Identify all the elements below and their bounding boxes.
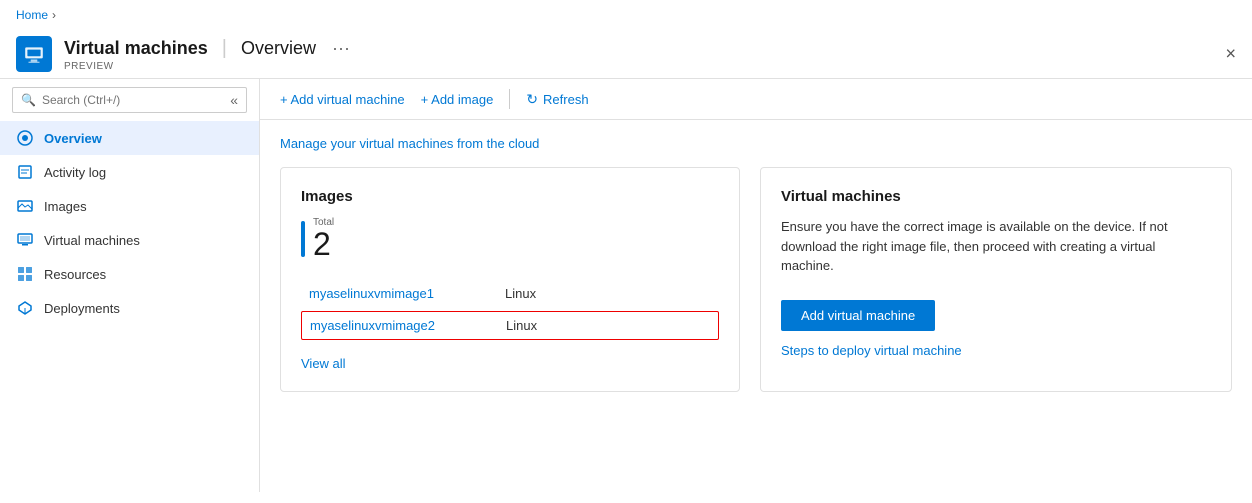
sidebar-item-label-activity-log: Activity log [44,165,106,180]
sidebar-item-overview[interactable]: Overview [0,121,259,155]
vm-icon [23,43,45,65]
add-image-button[interactable]: + Add image [421,92,494,107]
images-card: Images Total 2 myaselinuxvmimage1 Linux [280,167,740,392]
content-body: Manage your virtual machines from the cl… [260,120,1252,408]
sidebar-item-deployments[interactable]: Deployments [0,291,259,325]
virtual-machines-card: Virtual machines Ensure you have the cor… [760,167,1232,392]
sidebar-item-virtual-machines[interactable]: Virtual machines [0,223,259,257]
deployments-icon [16,299,34,317]
preview-badge: PREVIEW [64,61,350,72]
sidebar-item-images[interactable]: Images [0,189,259,223]
breadcrumb-home[interactable]: Home [16,8,48,22]
vm-card-title: Virtual machines [781,188,1211,205]
add-vm-card-button[interactable]: Add virtual machine [781,300,935,331]
content-subtitle: Manage your virtual machines from the cl… [280,136,1232,151]
table-row: myaselinuxvmimage2 Linux [301,311,719,340]
total-bar [301,221,305,257]
search-input[interactable] [42,93,224,107]
total-count: 2 [313,228,334,260]
content-area: + Add virtual machine + Add image ↻ Refr… [260,79,1252,492]
refresh-icon: ↻ [526,91,538,108]
resources-icon [16,265,34,283]
cards-area: Images Total 2 myaselinuxvmimage1 Linux [280,167,1232,392]
page-subtitle: Overview [241,38,316,59]
refresh-button[interactable]: ↻ Refresh [526,91,588,108]
refresh-label: Refresh [543,92,589,107]
virtual-machines-icon [16,231,34,249]
add-virtual-machine-button[interactable]: + Add virtual machine [280,92,405,107]
images-icon [16,197,34,215]
sidebar-item-label-deployments: Deployments [44,301,120,316]
view-all-link[interactable]: View all [301,356,346,371]
app-icon [16,36,52,72]
page-title: Virtual machines [64,38,208,59]
toolbar: + Add virtual machine + Add image ↻ Refr… [260,79,1252,120]
image-name-2[interactable]: myaselinuxvmimage2 [310,318,490,333]
steps-link[interactable]: Steps to deploy virtual machine [781,343,962,358]
toolbar-separator [509,89,510,109]
header-title-block: Virtual machines | Overview ··· PREVIEW [64,37,350,72]
image-list: myaselinuxvmimage1 Linux myaselinuxvmima… [301,280,719,340]
activity-log-icon [16,163,34,181]
sidebar-item-label-overview: Overview [44,131,102,146]
vm-description: Ensure you have the correct image is ava… [781,217,1211,276]
more-options-button[interactable]: ··· [332,38,350,59]
overview-icon [16,129,34,147]
image-name-1[interactable]: myaselinuxvmimage1 [309,286,489,301]
images-card-title: Images [301,188,719,205]
image-os-2: Linux [506,318,537,333]
total-count-row: Total 2 [301,217,719,260]
breadcrumb-separator: › [52,8,56,22]
breadcrumb: Home › [0,0,1252,30]
sidebar-item-resources[interactable]: Resources [0,257,259,291]
image-os-1: Linux [505,286,536,301]
sidebar-item-label-resources: Resources [44,267,106,282]
main-layout: 🔍 « Overview Activity log Images [0,79,1252,492]
search-icon: 🔍 [21,93,36,107]
sidebar-item-label-vms: Virtual machines [44,233,140,248]
table-row: myaselinuxvmimage1 Linux [301,280,719,307]
search-box: 🔍 « [12,87,247,113]
collapse-button[interactable]: « [230,92,238,108]
sidebar-item-activity-log[interactable]: Activity log [0,155,259,189]
sidebar: 🔍 « Overview Activity log Images [0,79,260,492]
sidebar-item-label-images: Images [44,199,87,214]
page-header: Virtual machines | Overview ··· PREVIEW … [0,30,1252,79]
close-button[interactable]: × [1225,44,1236,65]
